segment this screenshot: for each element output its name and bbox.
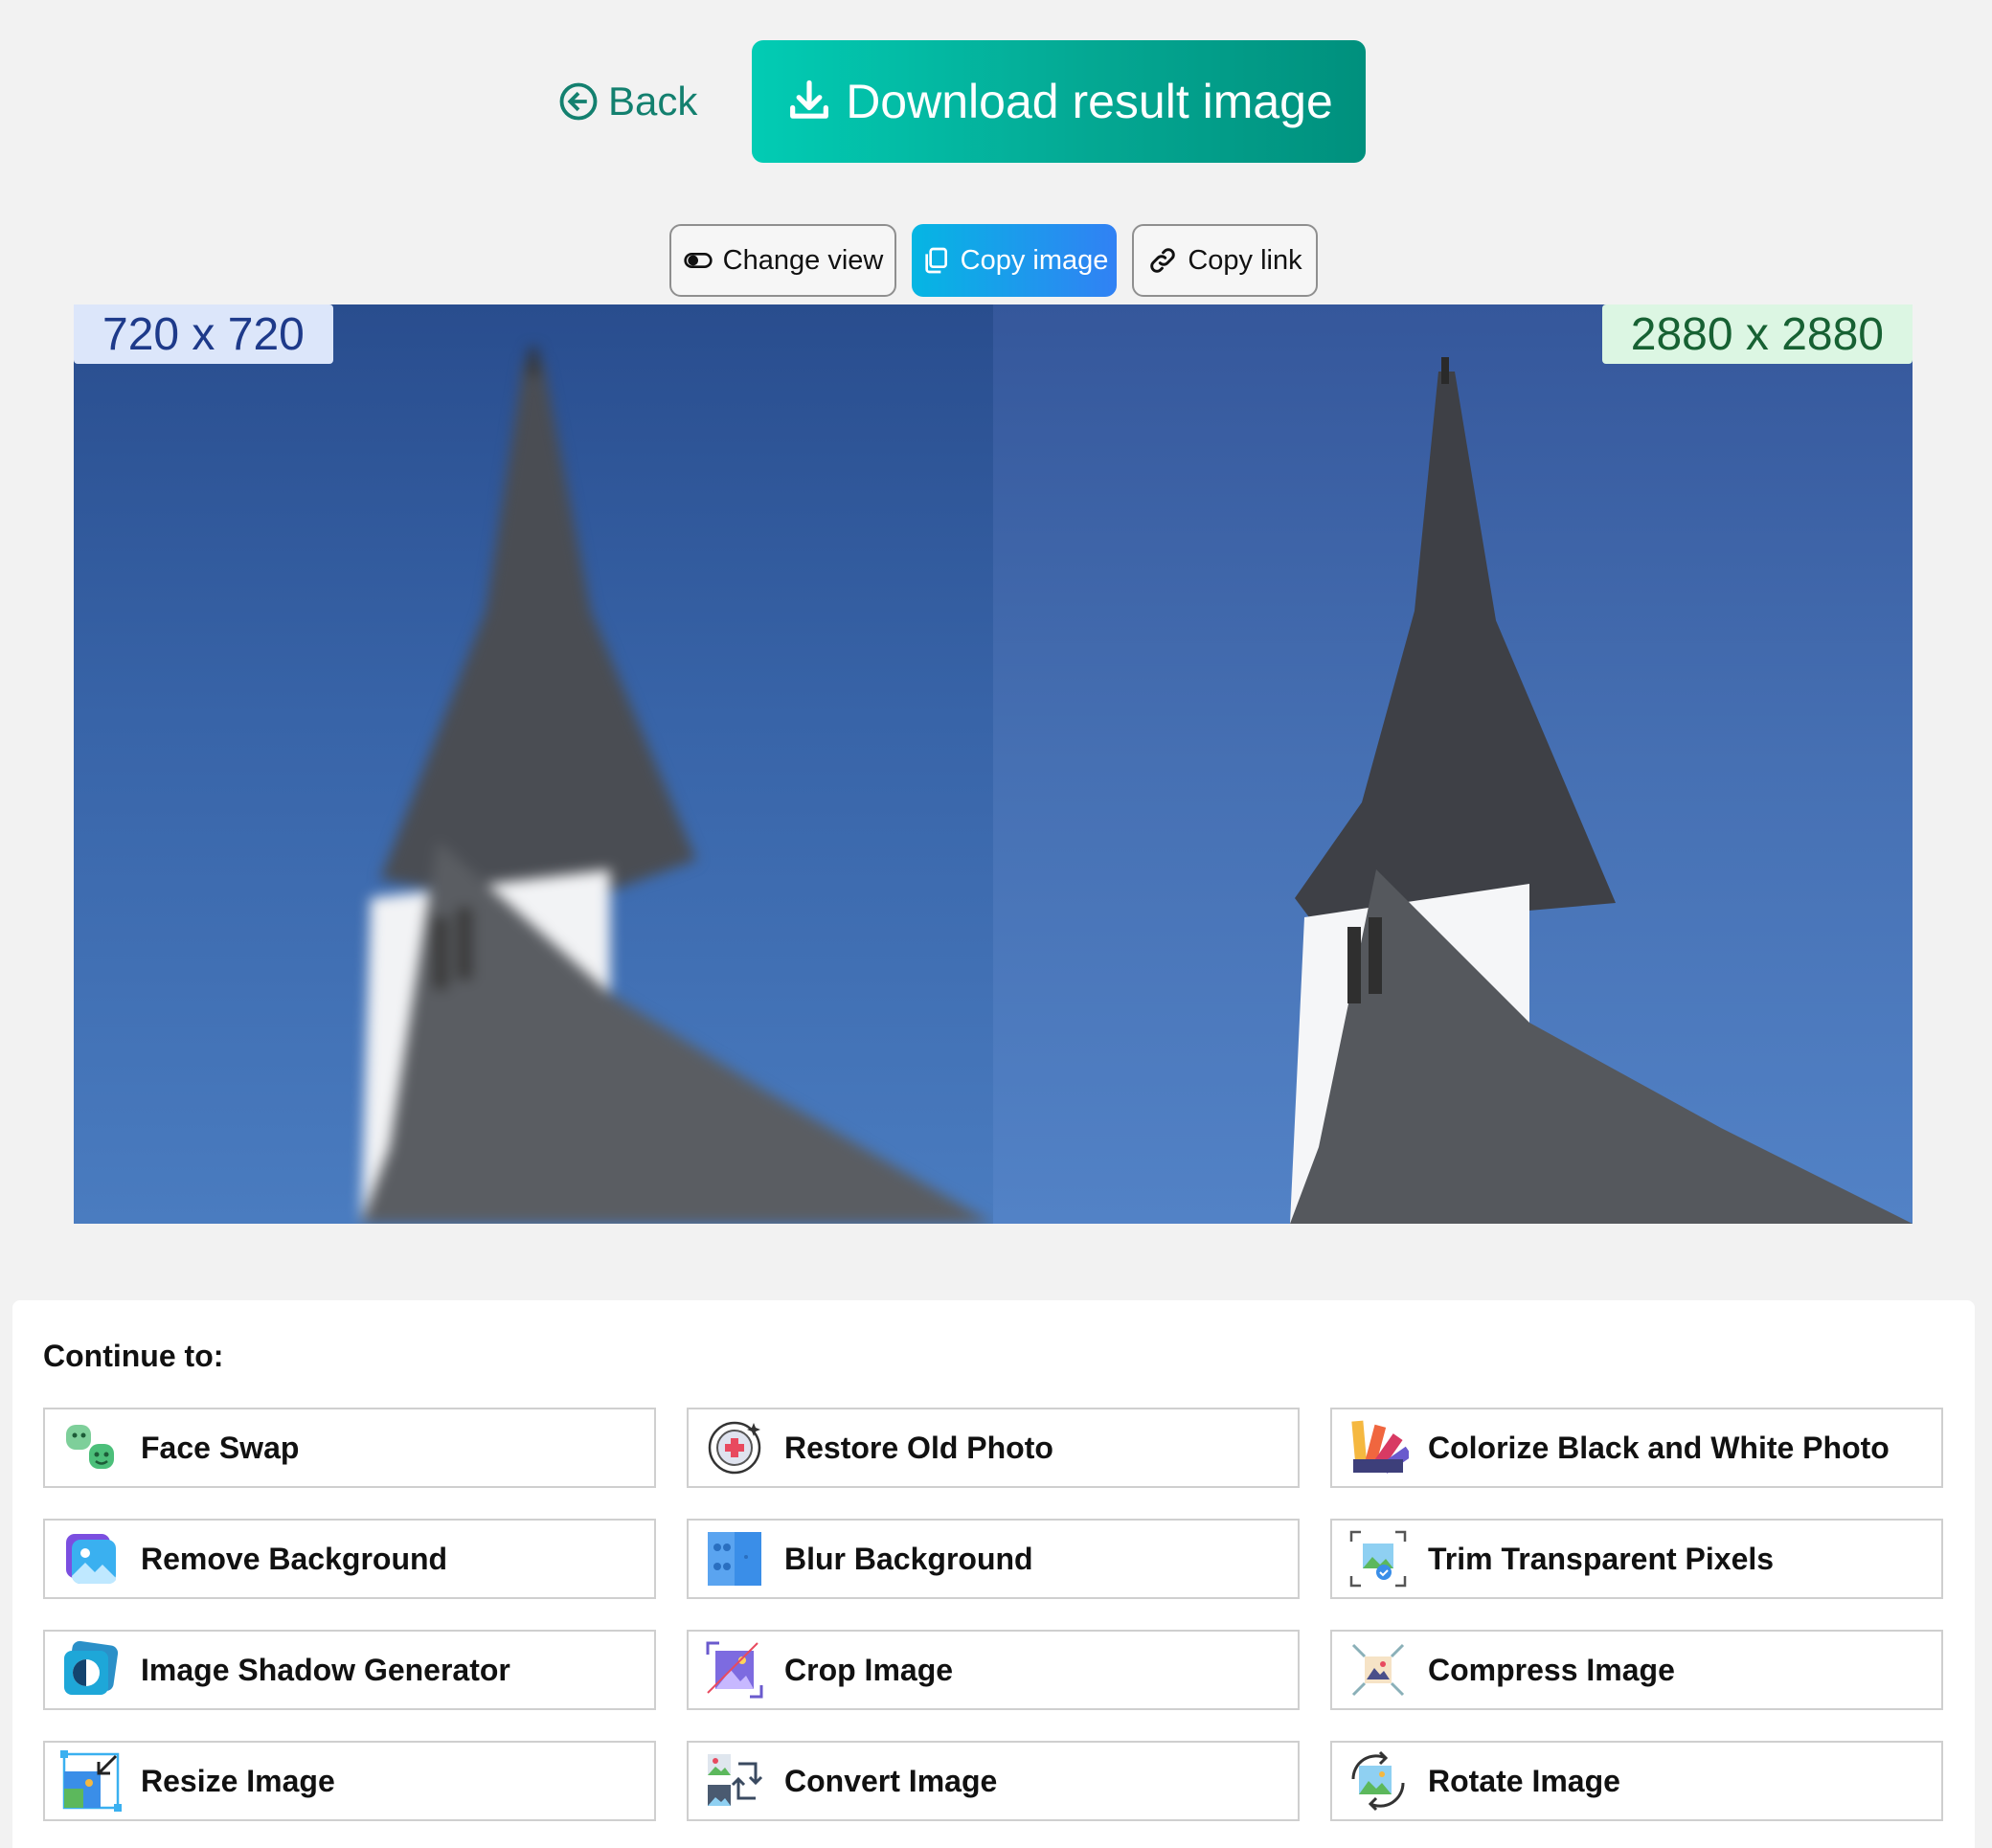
image-comparison[interactable]: 720 x 720 2880 x 2880 xyxy=(74,304,1913,1224)
tool-label: Rotate Image xyxy=(1428,1763,1620,1798)
church-original-image xyxy=(361,348,993,1224)
tool-restore-old-photo[interactable]: Restore Old Photo xyxy=(687,1408,1300,1488)
result-image xyxy=(993,304,1913,1224)
copy-link-label: Copy link xyxy=(1188,244,1302,276)
tool-label: Compress Image xyxy=(1428,1652,1675,1687)
tool-trim-transparent-pixels[interactable]: Trim Transparent Pixels xyxy=(1330,1519,1943,1599)
tool-crop-image[interactable]: Crop Image xyxy=(687,1630,1300,1710)
back-link[interactable]: Back xyxy=(558,79,697,124)
original-size-badge: 720 x 720 xyxy=(74,304,333,364)
tool-label: Remove Background xyxy=(141,1541,448,1576)
download-label: Download result image xyxy=(846,75,1333,128)
remove-background-icon xyxy=(66,1534,116,1585)
tool-label: Colorize Black and White Photo xyxy=(1428,1430,1890,1465)
church-result-image xyxy=(1290,357,1913,1224)
copy-image-label: Copy image xyxy=(960,244,1109,276)
back-label: Back xyxy=(608,79,698,124)
trim-pixels-icon xyxy=(1349,1530,1407,1588)
change-view-label: Change view xyxy=(722,244,884,276)
copy-link-button[interactable]: Copy link xyxy=(1132,224,1318,297)
restore-photo-icon xyxy=(708,1421,761,1475)
tool-blur-background[interactable]: Blur Background xyxy=(687,1519,1300,1599)
continue-title: Continue to: xyxy=(43,1339,224,1373)
convert-icon xyxy=(708,1754,763,1806)
color-palette-icon xyxy=(1351,1420,1409,1474)
copy-image-button[interactable]: Copy image xyxy=(912,224,1117,297)
blur-background-icon xyxy=(708,1532,761,1586)
tool-image-shadow-generator[interactable]: Image Shadow Generator xyxy=(43,1630,656,1710)
resize-icon xyxy=(60,1750,122,1812)
tool-label: Face Swap xyxy=(141,1430,300,1465)
original-image xyxy=(74,304,993,1224)
download-icon xyxy=(790,79,829,119)
tool-label: Resize Image xyxy=(141,1763,335,1798)
tool-colorize-photo[interactable]: Colorize Black and White Photo xyxy=(1330,1408,1943,1488)
rotate-icon xyxy=(1351,1750,1405,1812)
toggle-icon xyxy=(684,253,713,268)
tool-rotate-image[interactable]: Rotate Image xyxy=(1330,1741,1943,1821)
change-view-button[interactable]: Change view xyxy=(669,224,896,297)
tool-label: Trim Transparent Pixels xyxy=(1428,1541,1775,1576)
crop-icon xyxy=(706,1641,763,1699)
shadow-generator-icon xyxy=(64,1640,119,1695)
tool-face-swap[interactable]: Face Swap xyxy=(43,1408,656,1488)
tool-label: Convert Image xyxy=(784,1763,998,1798)
tool-convert-image[interactable]: Convert Image xyxy=(687,1741,1300,1821)
tool-label: Blur Background xyxy=(784,1541,1033,1576)
tool-label: Restore Old Photo xyxy=(784,1430,1053,1465)
tool-compress-image[interactable]: Compress Image xyxy=(1330,1630,1943,1710)
compress-icon xyxy=(1351,1643,1405,1697)
tool-remove-background[interactable]: Remove Background xyxy=(43,1519,656,1599)
continue-panel: Continue to: Face Swap Restore Old Photo… xyxy=(12,1300,1975,1848)
copy-icon xyxy=(924,247,947,274)
download-result-button[interactable]: Download result image xyxy=(752,40,1366,163)
link-icon xyxy=(1150,248,1176,273)
arrow-left-circle-icon xyxy=(559,82,598,121)
tool-resize-image[interactable]: Resize Image xyxy=(43,1741,656,1821)
face-swap-icon xyxy=(66,1425,114,1469)
result-size-badge: 2880 x 2880 xyxy=(1601,304,1913,364)
tool-label: Crop Image xyxy=(784,1652,954,1687)
tool-label: Image Shadow Generator xyxy=(141,1652,510,1687)
